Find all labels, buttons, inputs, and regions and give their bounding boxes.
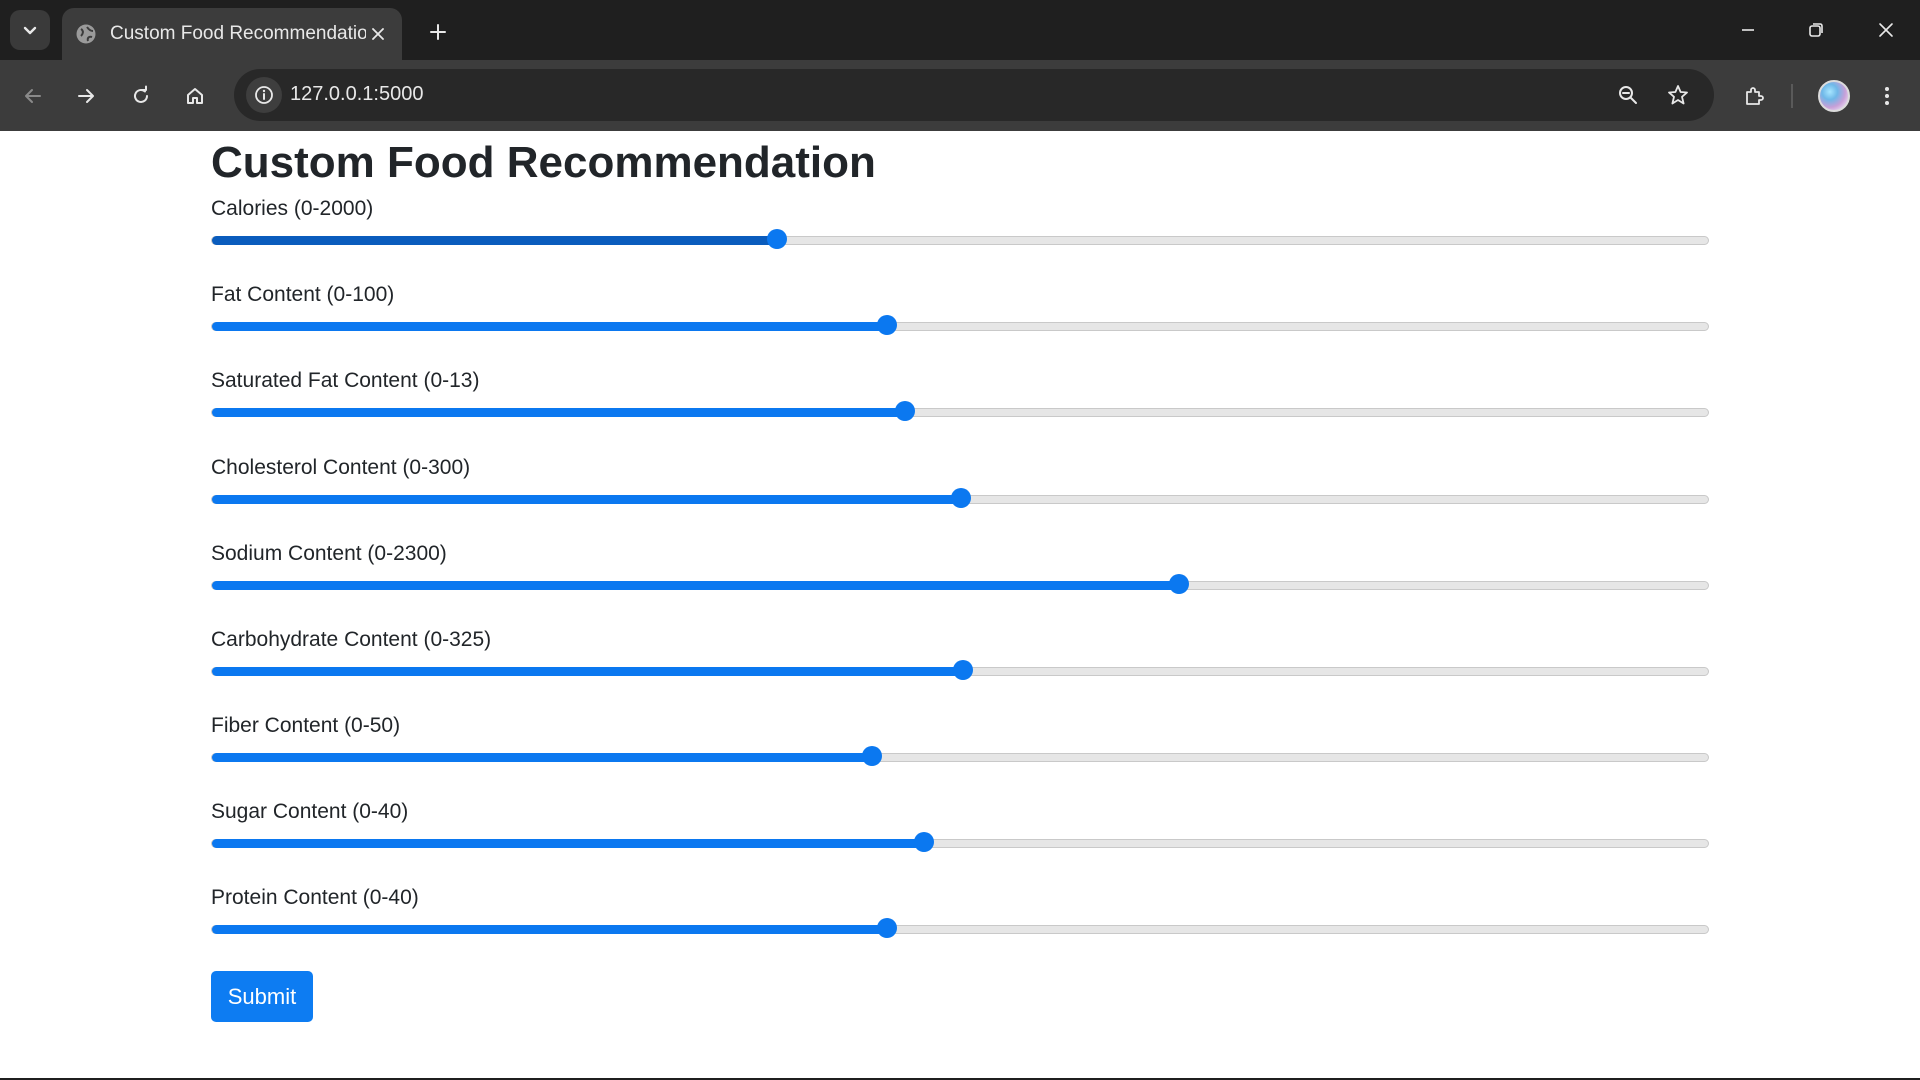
slider-fill — [212, 753, 873, 762]
slider-thumb[interactable] — [862, 746, 882, 766]
browser-tab-active[interactable]: Custom Food Recommendation — [62, 8, 402, 60]
slider-thumb[interactable] — [767, 229, 787, 249]
profile-avatar[interactable] — [1818, 80, 1850, 112]
slider-label: Protein Content (0-40) — [211, 886, 419, 909]
forward-button[interactable] — [66, 76, 106, 116]
bookmark-button[interactable] — [1660, 77, 1696, 113]
slider-label: Fiber Content (0-50) — [211, 714, 401, 737]
slider-thumb[interactable] — [953, 660, 973, 680]
slider-track[interactable] — [211, 322, 1709, 331]
slider-label: Cholesterol Content (0-300) — [211, 456, 471, 479]
restore-button[interactable] — [1796, 10, 1836, 50]
zoom-icon — [1619, 86, 1637, 104]
home-icon — [187, 88, 203, 104]
star-icon — [1668, 85, 1688, 105]
menu-dots-icon — [1885, 87, 1889, 105]
slider-track[interactable] — [211, 581, 1709, 590]
slider-fill — [212, 236, 778, 245]
restore-icon — [1809, 23, 1823, 37]
slider-thumb[interactable] — [914, 832, 934, 852]
plus-icon — [430, 24, 446, 40]
slider-track[interactable] — [211, 839, 1709, 848]
site-info-button[interactable] — [246, 77, 282, 113]
slider-fill — [212, 408, 906, 417]
zoom-button[interactable] — [1610, 77, 1646, 113]
slider-track[interactable] — [211, 236, 1709, 245]
minimize-button[interactable] — [1728, 10, 1768, 50]
tab-search-button[interactable] — [10, 10, 50, 50]
back-button[interactable] — [13, 76, 53, 116]
slider-label: Saturated Fat Content (0-13) — [211, 369, 480, 392]
slider-group-fat: Fat Content (0-100) — [211, 283, 1709, 363]
browser-toolbar: 127.0.0.1:5000 — [0, 60, 1920, 131]
forward-icon — [78, 89, 94, 103]
browser-menu-button[interactable] — [1867, 76, 1907, 116]
slider-label: Calories (0-2000) — [211, 197, 374, 220]
slider-fill — [212, 495, 962, 504]
slider-group-sodium: Sodium Content (0-2300) — [211, 542, 1709, 622]
tab-title: Custom Food Recommendation — [110, 23, 366, 44]
slider-label: Sodium Content (0-2300) — [211, 542, 447, 565]
slider-group-carbohydrate: Carbohydrate Content (0-325) — [211, 628, 1709, 708]
slider-track[interactable] — [211, 408, 1709, 417]
slider-fill — [212, 667, 964, 676]
reload-button[interactable] — [121, 76, 161, 116]
reload-icon — [134, 85, 148, 103]
home-button[interactable] — [175, 76, 215, 116]
extensions-button[interactable] — [1734, 76, 1774, 116]
slider-group-saturated-fat: Saturated Fat Content (0-13) — [211, 369, 1709, 449]
browser-tabstrip: Custom Food Recommendation — [0, 0, 1920, 60]
slider-thumb[interactable] — [877, 918, 897, 938]
slider-label: Fat Content (0-100) — [211, 283, 395, 306]
submit-button[interactable]: Submit — [211, 971, 313, 1022]
slider-fill — [212, 839, 925, 848]
extensions-icon — [1746, 87, 1764, 105]
slider-fill — [212, 322, 888, 331]
slider-fill — [212, 581, 1180, 590]
window-close-button[interactable] — [1866, 10, 1906, 50]
slider-track[interactable] — [211, 925, 1709, 934]
back-icon — [25, 89, 41, 103]
slider-thumb[interactable] — [951, 488, 971, 508]
slider-track[interactable] — [211, 753, 1709, 762]
slider-group-calories: Calories (0-2000) — [211, 197, 1709, 277]
slider-group-sugar: Sugar Content (0-40) — [211, 800, 1709, 880]
slider-label: Sugar Content (0-40) — [211, 800, 409, 823]
minimize-icon — [1742, 29, 1754, 31]
slider-thumb[interactable] — [877, 315, 897, 335]
chevron-down-icon — [23, 26, 37, 35]
window-close-icon — [1879, 23, 1893, 37]
close-tab-icon[interactable] — [366, 22, 390, 46]
slider-group-cholesterol: Cholesterol Content (0-300) — [211, 456, 1709, 536]
slider-group-fiber: Fiber Content (0-50) — [211, 714, 1709, 794]
slider-group-protein: Protein Content (0-40) — [211, 886, 1709, 966]
address-bar[interactable]: 127.0.0.1:5000 — [234, 69, 1714, 121]
slider-label: Carbohydrate Content (0-325) — [211, 628, 492, 651]
page-content: Custom Food Recommendation Calories (0-2… — [0, 131, 1920, 1080]
slider-thumb[interactable] — [1169, 574, 1189, 594]
globe-icon — [74, 22, 98, 46]
url-text[interactable]: 127.0.0.1:5000 — [290, 83, 423, 106]
slider-thumb[interactable] — [895, 401, 915, 421]
new-tab-button[interactable] — [420, 14, 456, 50]
slider-fill — [212, 925, 888, 934]
toolbar-separator — [1791, 84, 1793, 108]
info-icon — [255, 86, 273, 104]
page-title: Custom Food Recommendation — [211, 138, 876, 187]
